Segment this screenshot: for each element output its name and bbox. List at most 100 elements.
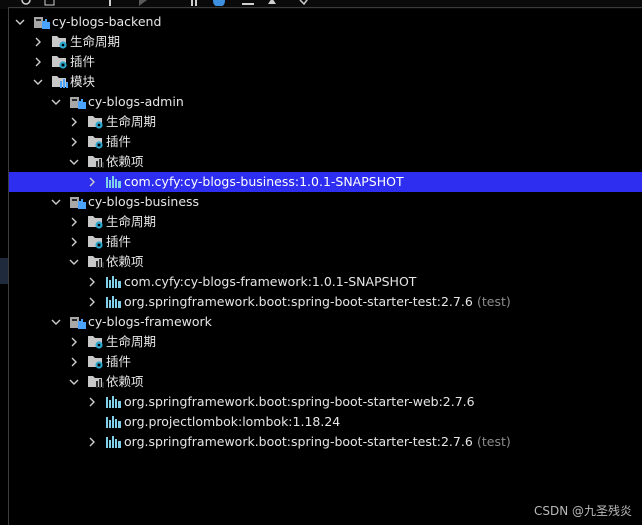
- chevron-right-icon[interactable]: [86, 172, 98, 192]
- tree-row-label: 插件: [106, 354, 132, 369]
- settings-icon[interactable]: [298, 0, 312, 6]
- chevron-down-icon[interactable]: [50, 192, 62, 212]
- run-icon[interactable]: [137, 0, 149, 6]
- expand-icon[interactable]: [242, 0, 254, 6]
- tree-row[interactable]: org.projectlombok:lombok:1.18.24: [9, 412, 642, 432]
- maven-project-tree: cy-blogs-backend 生命周期 插件 模块 cy-blogs-admin 生命…: [9, 12, 642, 452]
- plugins-folder-icon: [88, 355, 104, 369]
- tree-row-label: 生命周期: [70, 34, 121, 49]
- add-icon[interactable]: [104, 0, 116, 6]
- collapse-icon[interactable]: [266, 0, 278, 6]
- side-tab-handle[interactable]: [0, 258, 8, 284]
- tree-row-label: 插件: [106, 134, 132, 149]
- tree-row[interactable]: 模块: [9, 72, 642, 92]
- tree-row[interactable]: org.springframework.boot:spring-boot-sta…: [9, 392, 642, 412]
- chevron-down-icon[interactable]: [68, 372, 80, 392]
- tree-row-label: cy-blogs-admin: [88, 94, 184, 109]
- tree-row-label: org.springframework.boot:spring-boot-sta…: [124, 294, 473, 309]
- tree-row-label: com.cyfy:cy-blogs-framework:1.0.1-SNAPSH…: [124, 274, 417, 289]
- tree-row[interactable]: 插件: [9, 132, 642, 152]
- maven-module-icon: [34, 15, 50, 29]
- tree-row[interactable]: cy-blogs-backend: [9, 12, 642, 32]
- chevron-right-icon[interactable]: [86, 292, 98, 312]
- dependency-scope: (test): [477, 434, 511, 449]
- tree-row-label: cy-blogs-framework: [88, 314, 212, 329]
- modules-folder-icon: [52, 75, 68, 89]
- tree-row[interactable]: 生命周期: [9, 112, 642, 132]
- tree-row-label: 模块: [70, 74, 96, 89]
- maven-module-icon: [70, 95, 86, 109]
- chevron-down-icon[interactable]: [68, 252, 80, 272]
- chevron-down-icon[interactable]: [68, 152, 80, 172]
- dependency-scope: (test): [477, 294, 511, 309]
- chevron-right-icon[interactable]: [68, 112, 80, 132]
- tree-row[interactable]: 生命周期: [9, 332, 642, 352]
- dependency-icon: [106, 275, 122, 289]
- chevron-right-icon[interactable]: [32, 52, 44, 72]
- chevron-right-icon[interactable]: [68, 232, 80, 252]
- tree-row[interactable]: 依赖项: [9, 252, 642, 272]
- lifecycle-folder-icon: [52, 35, 68, 49]
- maven-module-icon: [70, 315, 86, 329]
- chevron-right-icon[interactable]: [86, 432, 98, 452]
- tree-row[interactable]: com.cyfy:cy-blogs-business:1.0.1-SNAPSHO…: [9, 172, 642, 192]
- tree-row-label: 生命周期: [106, 114, 157, 129]
- tree-row[interactable]: 生命周期: [9, 32, 642, 52]
- tree-row-label: 依赖项: [106, 254, 144, 269]
- tree-row[interactable]: cy-blogs-framework: [9, 312, 642, 332]
- dependencies-folder-icon: [88, 255, 104, 269]
- tree-row[interactable]: 插件: [9, 352, 642, 372]
- tree-row-label: com.cyfy:cy-blogs-business:1.0.1-SNAPSHO…: [124, 174, 404, 189]
- tree-row-label: cy-blogs-backend: [52, 14, 162, 29]
- tree-row-label: 生命周期: [106, 334, 157, 349]
- tree-row-label: org.springframework.boot:spring-boot-sta…: [124, 434, 473, 449]
- dependency-icon: [106, 435, 122, 449]
- tree-row[interactable]: com.cyfy:cy-blogs-framework:1.0.1-SNAPSH…: [9, 272, 642, 292]
- chevron-right-icon[interactable]: [86, 392, 98, 412]
- lifecycle-folder-icon: [88, 335, 104, 349]
- refresh-icon[interactable]: [20, 0, 32, 6]
- lifecycle-folder-icon: [88, 215, 104, 229]
- chevron-right-icon[interactable]: [68, 352, 80, 372]
- dependency-icon: [106, 175, 122, 189]
- tree-row[interactable]: 依赖项: [9, 372, 642, 392]
- chevron-right-icon[interactable]: [68, 132, 80, 152]
- tree-row[interactable]: 依赖项: [9, 152, 642, 172]
- tree-row[interactable]: 插件: [9, 52, 642, 72]
- tree-row-label: 插件: [70, 54, 96, 69]
- chevron-right-icon[interactable]: [68, 212, 80, 232]
- tree-row-label: 插件: [106, 234, 132, 249]
- plugins-folder-icon: [88, 235, 104, 249]
- dependency-icon: [106, 415, 122, 429]
- chevron-down-icon[interactable]: [50, 312, 62, 332]
- dependencies-folder-icon: [88, 375, 104, 389]
- toggle-icon[interactable]: [188, 0, 200, 6]
- info-icon[interactable]: [212, 0, 226, 6]
- chevron-right-icon[interactable]: [32, 32, 44, 52]
- chevron-down-icon[interactable]: [32, 72, 44, 92]
- tree-row-label: 依赖项: [106, 374, 144, 389]
- maven-module-icon: [70, 195, 86, 209]
- dependency-icon: [106, 295, 122, 309]
- plugins-folder-icon: [88, 135, 104, 149]
- tree-row-label: 生命周期: [106, 214, 157, 229]
- tree-row[interactable]: org.springframework.boot:spring-boot-sta…: [9, 432, 642, 452]
- watermark: CSDN @九圣残炎: [533, 504, 632, 518]
- tree-row[interactable]: cy-blogs-admin: [9, 92, 642, 112]
- lifecycle-folder-icon: [88, 115, 104, 129]
- tree-row[interactable]: org.springframework.boot:spring-boot-sta…: [9, 292, 642, 312]
- tree-row-label: cy-blogs-business: [88, 194, 200, 209]
- chevron-down-icon[interactable]: [14, 12, 26, 32]
- chevron-right-icon[interactable]: [68, 332, 80, 352]
- chevron-right-icon[interactable]: [86, 272, 98, 292]
- chevron-down-icon[interactable]: [50, 92, 62, 112]
- tree-row[interactable]: 生命周期: [9, 212, 642, 232]
- dependencies-folder-icon: [88, 155, 104, 169]
- panel-top-border: [8, 7, 642, 8]
- tree-row-label: 依赖项: [106, 154, 144, 169]
- tree-row[interactable]: 插件: [9, 232, 642, 252]
- tree-row-label: org.springframework.boot:spring-boot-sta…: [124, 394, 475, 409]
- reimport-icon[interactable]: [44, 0, 56, 6]
- tree-row[interactable]: cy-blogs-business: [9, 192, 642, 212]
- tree-row-label: org.projectlombok:lombok:1.18.24: [124, 414, 341, 429]
